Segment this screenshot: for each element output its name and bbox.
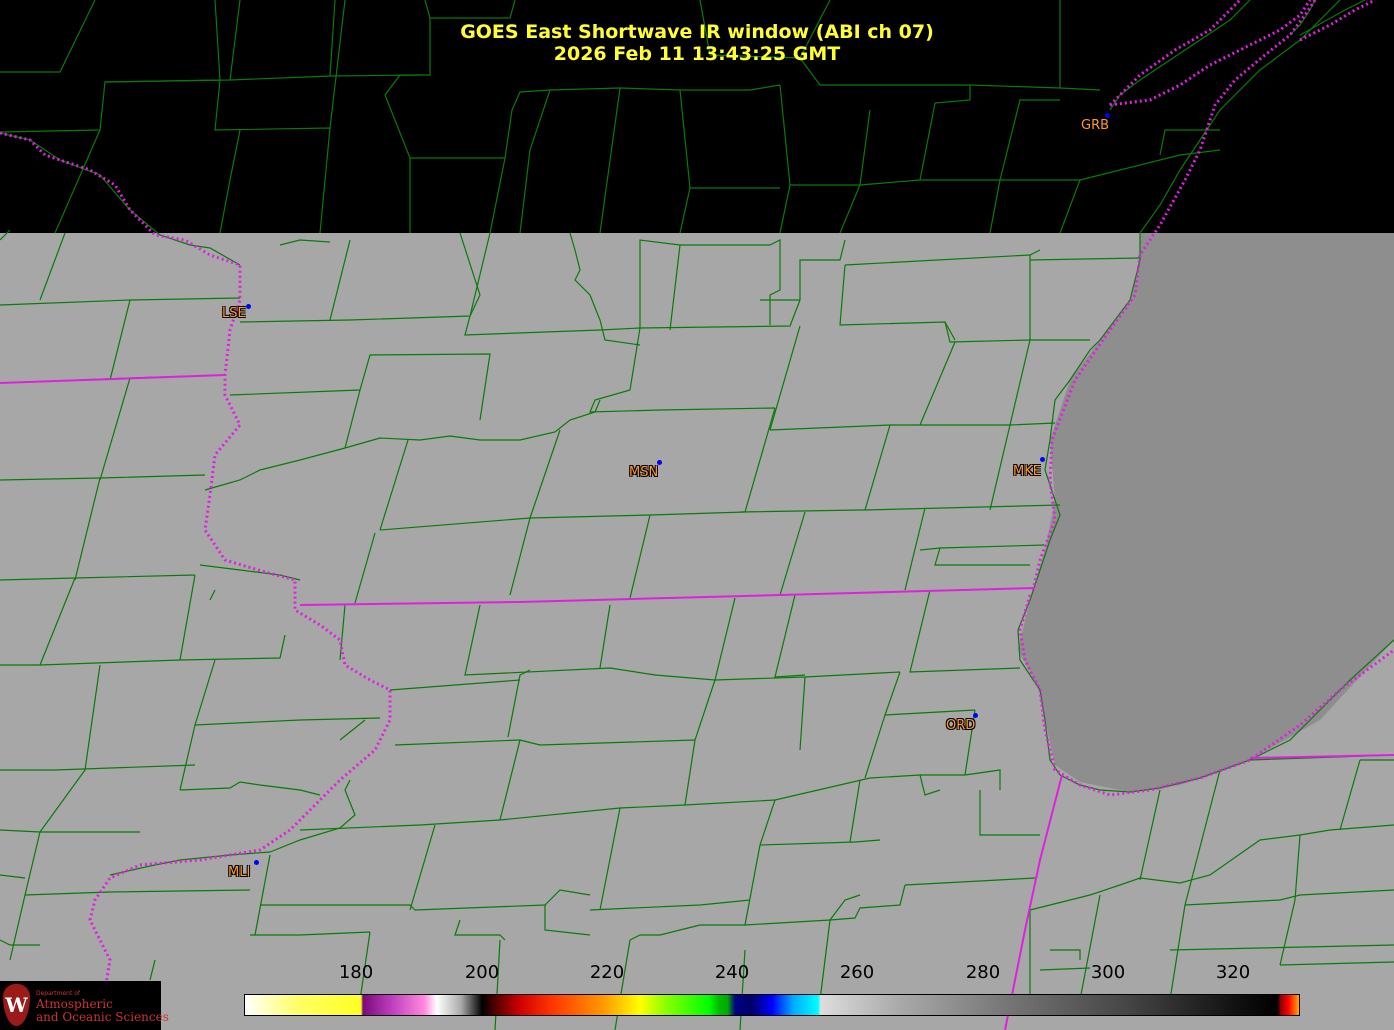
temperature-colorbar (244, 994, 1300, 1016)
station-mli-label: MLI (228, 865, 251, 880)
station-lse-dot (246, 304, 251, 309)
colorbar-tick-180: 180 (338, 962, 374, 983)
station-msn-label: MSN (629, 465, 659, 480)
uw-shield-icon: W (3, 984, 30, 1026)
colorbar-tick-280: 280 (965, 962, 1001, 983)
map-canvas (0, 0, 1394, 1030)
colorbar-tick-300: 300 (1090, 962, 1126, 983)
colorbar-tick-200: 200 (464, 962, 500, 983)
station-mke-dot (1040, 457, 1045, 462)
station-lse-label: LSE (222, 306, 246, 321)
colorbar-tick-240: 240 (714, 962, 750, 983)
station-grb-label: GRB (1081, 118, 1110, 133)
station-mli-dot (254, 860, 259, 865)
station-ord-label: ORD (946, 718, 976, 733)
satellite-map: GOES East Shortwave IR window (ABI ch 07… (0, 0, 1394, 1030)
map-timestamp: 2026 Feb 11 13:43:25 GMT (553, 43, 841, 65)
colorbar-tick-320: 320 (1215, 962, 1251, 983)
logo-line2: and Oceanic Sciences (36, 1010, 169, 1024)
map-title: GOES East Shortwave IR window (ABI ch 07… (460, 21, 934, 43)
logo-line1: Atmospheric (36, 997, 113, 1011)
station-mke-label: MKE (1013, 464, 1041, 479)
aos-logo: W Department of Atmospheric and Oceanic … (0, 981, 169, 1030)
colorbar-tick-260: 260 (839, 962, 875, 983)
colorbar-tick-220: 220 (589, 962, 625, 983)
logo-department-text: Department of (36, 990, 80, 997)
